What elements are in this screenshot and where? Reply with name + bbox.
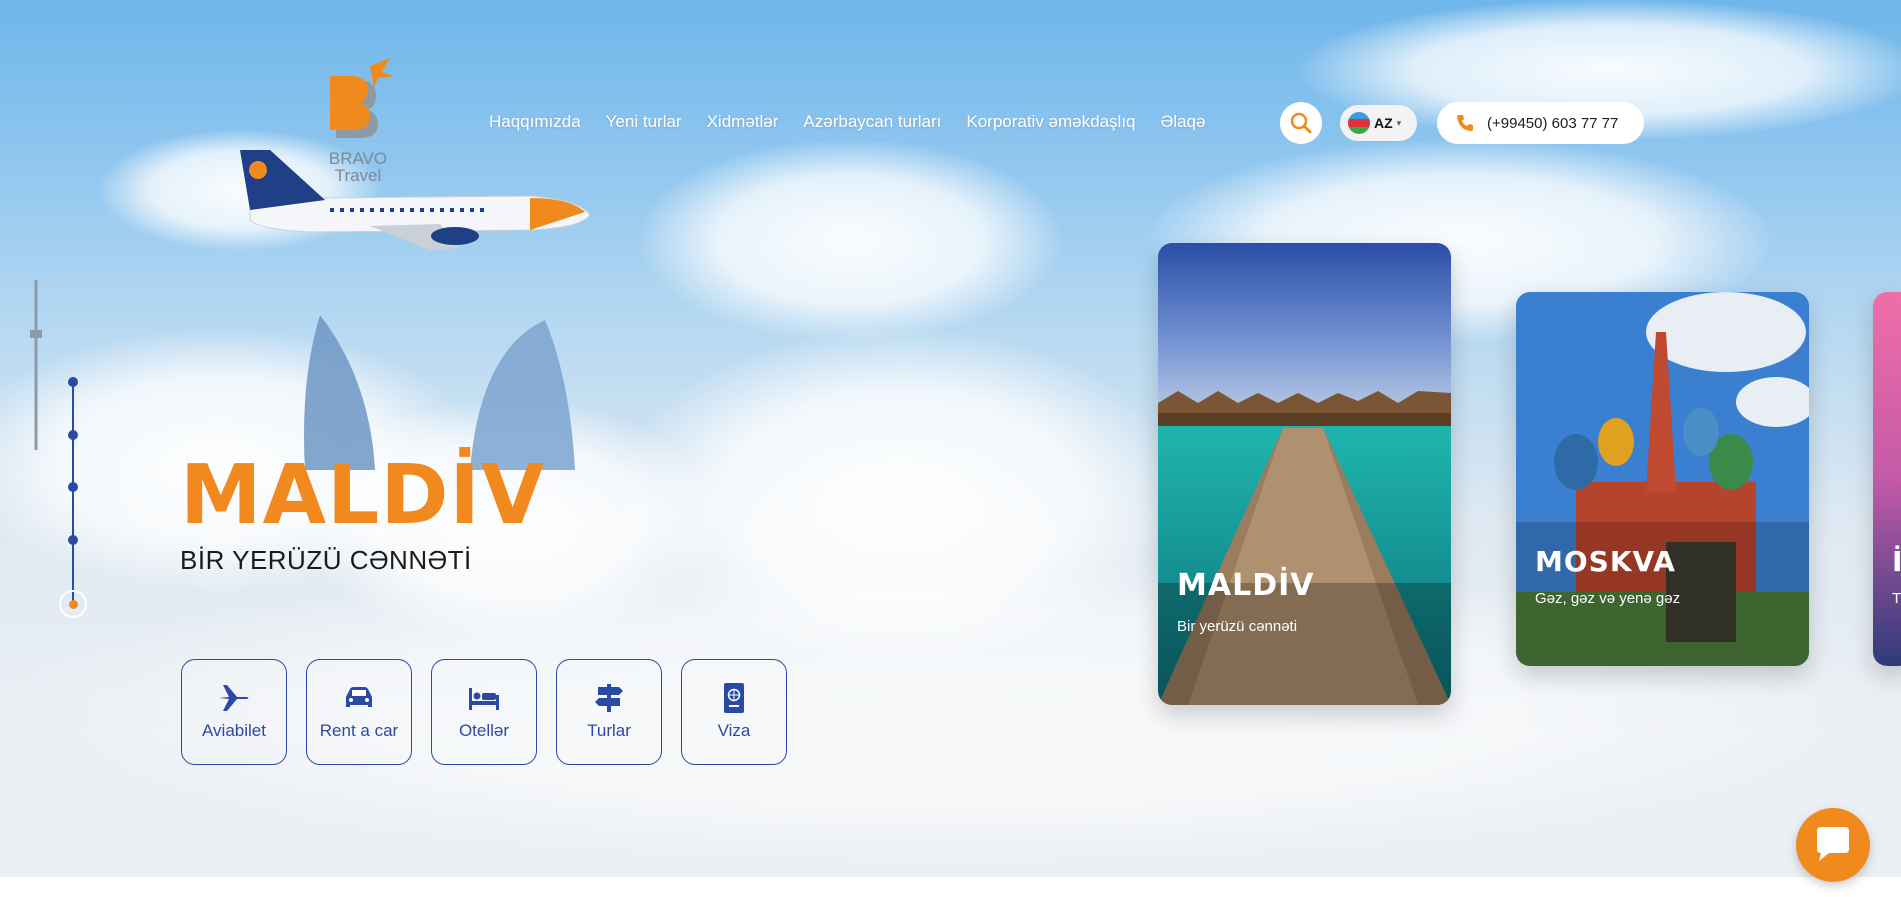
card-title: MOSKVA [1535,545,1676,578]
service-tours-button[interactable]: Turlar [556,659,662,765]
passport-icon [724,683,744,713]
signpost-icon [595,684,623,712]
phone-button[interactable]: (+99450) 603 77 77 [1437,102,1644,144]
nav-item-about[interactable]: Haqqımızda [489,112,581,132]
azerbaijan-flag-icon [1348,112,1370,134]
service-rent-a-car-button[interactable]: Rent a car [306,659,412,765]
destination-card-partial[interactable]: İ T [1873,292,1901,666]
hero-subtitle: BİR YERÜZÜ CƏNNƏTİ [180,545,472,575]
logo-mark-icon [330,58,394,138]
search-icon [1290,112,1312,134]
nav-item-services[interactable]: Xidmətlər [707,112,779,132]
destination-card-maldiv[interactable]: MALDİV Bir yerüzü cənnəti [1158,243,1451,705]
service-label: Viza [717,721,751,740]
card-title: MALDİV [1177,568,1315,603]
card-subtitle: T [1892,590,1901,607]
logo-line-1: BRAVO [328,149,388,168]
slide-dot[interactable] [68,535,78,545]
main-nav: Haqqımızda Yeni turlar Xidmətlər Azərbay… [489,112,1230,132]
card-subtitle: Bir yerüzü cənnəti [1177,618,1298,635]
chevron-down-icon: ▾ [1396,117,1402,128]
bed-icon [469,688,499,710]
maldives-photo [1158,243,1451,705]
chat-button[interactable] [1796,808,1870,882]
service-label: Turlar [587,721,631,740]
slide-dot[interactable] [68,482,78,492]
nav-item-contact[interactable]: Əlaqə [1161,112,1206,132]
service-buttons: Aviabilet Rent a car Otellər Turlar Viza [181,659,787,765]
airplane-illustration [240,150,590,250]
chat-bubble-icon [1817,827,1849,861]
service-label: Otellər [458,721,510,740]
language-label: AZ [1374,115,1393,131]
logo-line-2: Travel [334,166,382,185]
language-selector[interactable]: AZ ▾ [1340,105,1417,141]
phone-number: (+99450) 603 77 77 [1487,114,1619,132]
search-button[interactable] [1280,102,1322,144]
service-visa-button[interactable]: Viza [681,659,787,765]
service-hotels-button[interactable]: Otellər [431,659,537,765]
card-title: İ [1892,545,1901,578]
slide-dot-active[interactable] [59,590,87,618]
slide-timeline [72,382,74,604]
plane-icon [219,685,249,711]
cloud [640,140,1060,340]
service-aviabilet-button[interactable]: Aviabilet [181,659,287,765]
service-label: Aviabilet [202,721,266,740]
hero-title: MALDİV [180,448,546,543]
slide-dot[interactable] [68,377,78,387]
nav-item-corporate[interactable]: Korporativ əməkdaşlıq [966,112,1135,132]
logo-text: BRAVO Travel [318,150,398,184]
car-icon [346,687,372,707]
destination-card-moskva[interactable]: MOSKVA Gəz, gəz və yenə gəz [1516,292,1809,666]
slide-dot[interactable] [68,430,78,440]
bravo-travel-logo[interactable]: BRAVO Travel [318,58,398,188]
nav-item-azerbaijan-tours[interactable]: Azərbaycan turları [803,112,941,132]
phone-icon [1457,115,1473,131]
nav-item-new-tours[interactable]: Yeni turlar [606,112,682,132]
moscow-photo [1516,292,1809,666]
service-label: Rent a car [319,721,399,740]
card-subtitle: Gəz, gəz və yenə gəz [1535,590,1681,607]
